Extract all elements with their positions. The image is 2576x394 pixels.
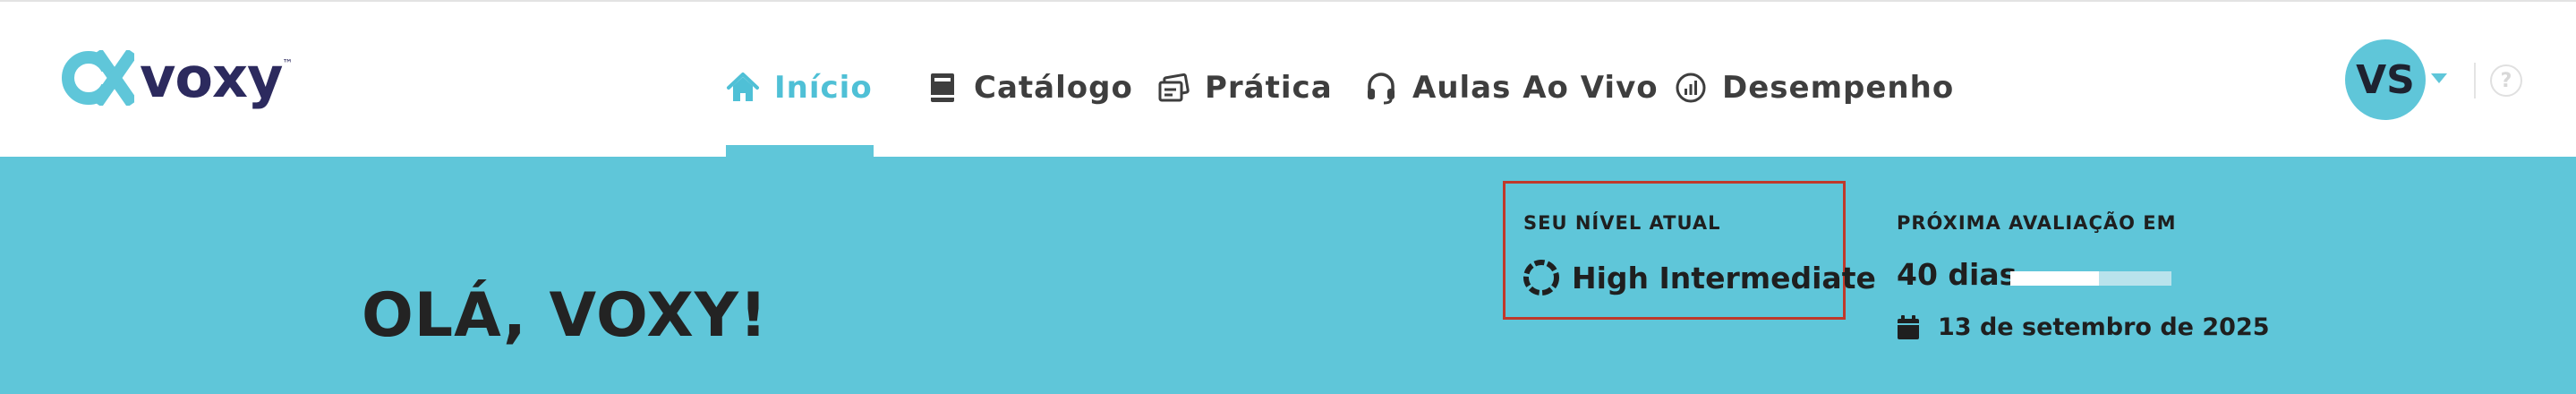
current-level-value: High Intermediate bbox=[1523, 260, 1876, 296]
nav-item-label: Prática bbox=[1205, 70, 1333, 106]
next-evaluation-label: PRÓXIMA AVALIAÇÃO EM bbox=[1897, 212, 2177, 234]
practice-icon bbox=[1156, 71, 1190, 105]
page: voxy ™ Início Catálogo Prática Aulas Ao … bbox=[0, 0, 2576, 394]
nav-item-inicio[interactable]: Início bbox=[726, 63, 873, 113]
evaluation-date: 13 de setembro de 2025 bbox=[1938, 313, 2270, 341]
divider bbox=[2474, 63, 2476, 98]
nav-item-catalogo[interactable]: Catálogo bbox=[925, 63, 1133, 113]
calendar-icon bbox=[1897, 314, 1920, 340]
top-nav-bar: voxy ™ Início Catálogo Prática Aulas Ao … bbox=[0, 0, 2576, 158]
nav-item-desempenho[interactable]: Desempenho bbox=[1674, 63, 1954, 113]
evaluation-progress-fill bbox=[2010, 271, 2099, 286]
welcome-banner: OLÁ, VOXY! SEU NÍVEL ATUAL High Intermed… bbox=[0, 157, 2576, 394]
help-button[interactable]: ? bbox=[2490, 64, 2522, 97]
current-level-text: High Intermediate bbox=[1572, 260, 1876, 296]
current-level-label: SEU NÍVEL ATUAL bbox=[1523, 212, 1721, 234]
chart-icon bbox=[1674, 71, 1708, 105]
main-nav: Início Catálogo Prática Aulas Ao Vivo De… bbox=[0, 2, 2576, 158]
chevron-down-icon[interactable] bbox=[2431, 73, 2447, 83]
user-initials: VS bbox=[2356, 56, 2415, 103]
nav-item-label: Aulas Ao Vivo bbox=[1412, 70, 1659, 106]
nav-item-label: Início bbox=[774, 70, 873, 106]
nav-item-pratica[interactable]: Prática bbox=[1156, 63, 1333, 113]
nav-item-aulas-ao-vivo[interactable]: Aulas Ao Vivo bbox=[1364, 63, 1659, 113]
user-avatar[interactable]: VS bbox=[2345, 39, 2426, 120]
help-icon: ? bbox=[2500, 69, 2512, 92]
level-progress-icon bbox=[1523, 260, 1559, 296]
current-level-panel[interactable]: SEU NÍVEL ATUAL High Intermediate bbox=[1503, 181, 1876, 320]
book-icon bbox=[925, 71, 960, 105]
evaluation-progress-bar bbox=[2010, 271, 2171, 286]
evaluation-date-row: 13 de setembro de 2025 bbox=[1897, 313, 2270, 341]
home-icon bbox=[726, 71, 760, 105]
days-remaining: 40 dias bbox=[1897, 257, 2017, 292]
nav-item-label: Catálogo bbox=[974, 70, 1133, 106]
nav-item-label: Desempenho bbox=[1722, 70, 1955, 106]
headset-icon bbox=[1364, 71, 1398, 105]
greeting-heading: OLÁ, VOXY! bbox=[362, 280, 769, 351]
